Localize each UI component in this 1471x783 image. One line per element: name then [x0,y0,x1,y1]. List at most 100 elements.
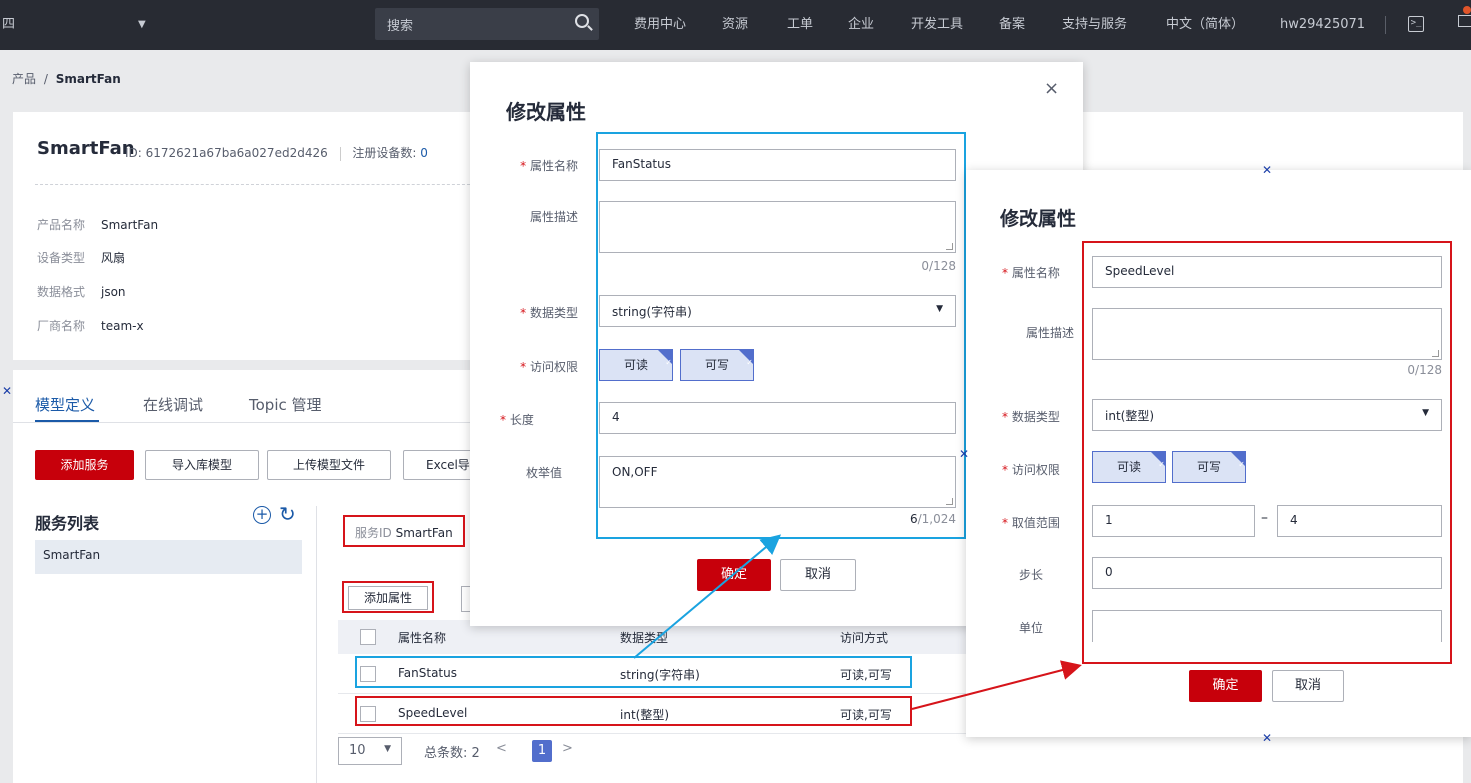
devices-count[interactable]: 0 [420,146,428,160]
field-value: 风扇 [101,251,126,265]
dialog-title: 修改属性 [1000,208,1077,230]
page-number[interactable]: 1 [532,740,552,762]
search-placeholder: 搜索 [387,19,414,34]
required-mark: * [520,306,527,320]
fanstatus-row-highlight [355,656,912,688]
label-property-desc: 属性描述 [1025,326,1074,340]
nav-devtools[interactable]: 开发工具 [911,0,963,50]
speedlevel-row-highlight [355,696,912,726]
tab-model-definition[interactable]: 模型定义 [35,394,95,415]
marker-cross-icon: ✕ [2,384,13,398]
nav-billing[interactable]: 费用中心 [634,0,686,50]
add-circle-icon[interactable]: + [253,506,271,524]
next-page-button[interactable]: > [562,741,573,756]
prev-page-button[interactable]: < [496,741,507,756]
required-mark: * [1002,266,1008,280]
terminal-icon[interactable]: >_ [1408,16,1424,32]
close-icon[interactable]: × [1044,78,1059,99]
confirm-button[interactable]: 确定 [1189,670,1262,702]
confirm-button[interactable]: 确定 [697,559,771,591]
breadcrumb-current: SmartFan [55,72,121,86]
marker-cross-icon: ✕ [1262,163,1273,177]
global-search-input[interactable]: 搜索 [375,8,599,40]
header-data-type: 数据类型 [620,631,669,645]
breadcrumb-separator: / [43,72,48,86]
breadcrumb: 产品 / SmartFan [12,70,121,87]
marker-cross-icon: ✕ [1262,731,1273,745]
nav-resources[interactable]: 资源 [722,0,748,50]
product-title: SmartFan [37,138,135,159]
label-text: 属性名称 [1011,266,1060,280]
page-size-select[interactable]: 10 ▼ [338,737,402,765]
label-text: 长度 [509,413,534,427]
required-mark: * [1002,410,1008,424]
service-id-box: 服务ID SmartFan [343,515,465,547]
nav-icp[interactable]: 备案 [999,0,1025,50]
tab-online-debug[interactable]: 在线调试 [143,394,203,415]
product-field: 数据格式 json [37,283,126,300]
service-list-item[interactable]: SmartFan [35,540,302,574]
speedlevel-form-highlight [1082,241,1452,664]
field-value: SmartFan [101,218,159,232]
nav-divider [1385,16,1386,34]
mail-icon[interactable] [1458,15,1471,27]
product-field: 产品名称 SmartFan [37,216,158,233]
region-selector[interactable]: 四 ▼ [0,0,160,50]
label-step: 步长 [1019,568,1044,582]
nav-language[interactable]: 中文（简体） [1166,0,1244,50]
refresh-icon[interactable]: ↻ [279,502,296,526]
meta-divider [339,146,341,161]
cancel-button[interactable]: 取消 [780,559,856,591]
label-text: 数据类型 [1011,410,1060,424]
add-property-highlight: 添加属性 [342,581,434,613]
import-library-model-button[interactable]: 导入库模型 [145,450,259,480]
fanstatus-form-highlight [596,132,966,539]
notification-dot [1463,6,1471,14]
label-property-name: * 属性名称 [1002,264,1074,281]
breadcrumb-root[interactable]: 产品 [12,72,36,86]
field-key: 厂商名称 [37,319,86,333]
top-navbar: 四 ▼ 搜索 费用中心 资源 工单 企业 开发工具 备案 支持与服务 中文（简体… [0,0,1471,50]
add-property-button[interactable]: 添加属性 [348,586,428,610]
nav-support[interactable]: 支持与服务 [1062,0,1127,50]
cancel-button[interactable]: 取消 [1272,670,1344,702]
total-count: 总条数: 2 [424,746,480,761]
marker-cross-icon: ✕ [959,447,970,461]
product-field: 设备类型 风扇 [37,249,125,266]
label-unit: 单位 [1019,621,1044,635]
label-text: 访问权限 [1011,463,1060,477]
label-range: * 取值范围 [1002,514,1074,531]
nav-tickets[interactable]: 工单 [787,0,813,50]
chevron-down-icon: ▼ [138,19,146,30]
label-text: 属性名称 [529,159,578,173]
dashed-divider [35,184,475,185]
upload-model-file-button[interactable]: 上传模型文件 [267,450,391,480]
service-list-title: 服务列表 [35,514,100,533]
required-mark: * [500,413,506,427]
product-field: 厂商名称 team-x [37,317,144,334]
tab-topic-management[interactable]: Topic 管理 [249,394,322,415]
service-id-label: 服务ID [355,526,392,540]
header-property-name: 属性名称 [398,631,447,645]
search-icon[interactable] [575,14,589,28]
label-access: * 访问权限 [500,358,578,375]
label-text: 访问权限 [529,360,578,374]
label-property-desc: 属性描述 [529,210,578,224]
select-all-checkbox[interactable] [360,629,376,645]
service-id-value: SmartFan [395,526,453,540]
label-data-type: * 数据类型 [500,304,578,321]
nav-username[interactable]: hw29425071 [1280,0,1365,50]
field-key: 产品名称 [37,218,86,232]
region-label: 四 [2,17,16,32]
add-service-button[interactable]: 添加服务 [35,450,134,480]
dialog-title: 修改属性 [506,100,586,124]
header-access: 访问方式 [840,631,889,645]
nav-enterprise[interactable]: 企业 [848,0,874,50]
label-length: * 长度 [500,411,550,428]
required-mark: * [520,159,527,173]
field-value: json [101,285,126,299]
required-mark: * [520,360,527,374]
label-text: 数据类型 [529,306,578,320]
label-data-type: * 数据类型 [1002,408,1074,425]
label-enum: 枚举值 [525,466,562,480]
